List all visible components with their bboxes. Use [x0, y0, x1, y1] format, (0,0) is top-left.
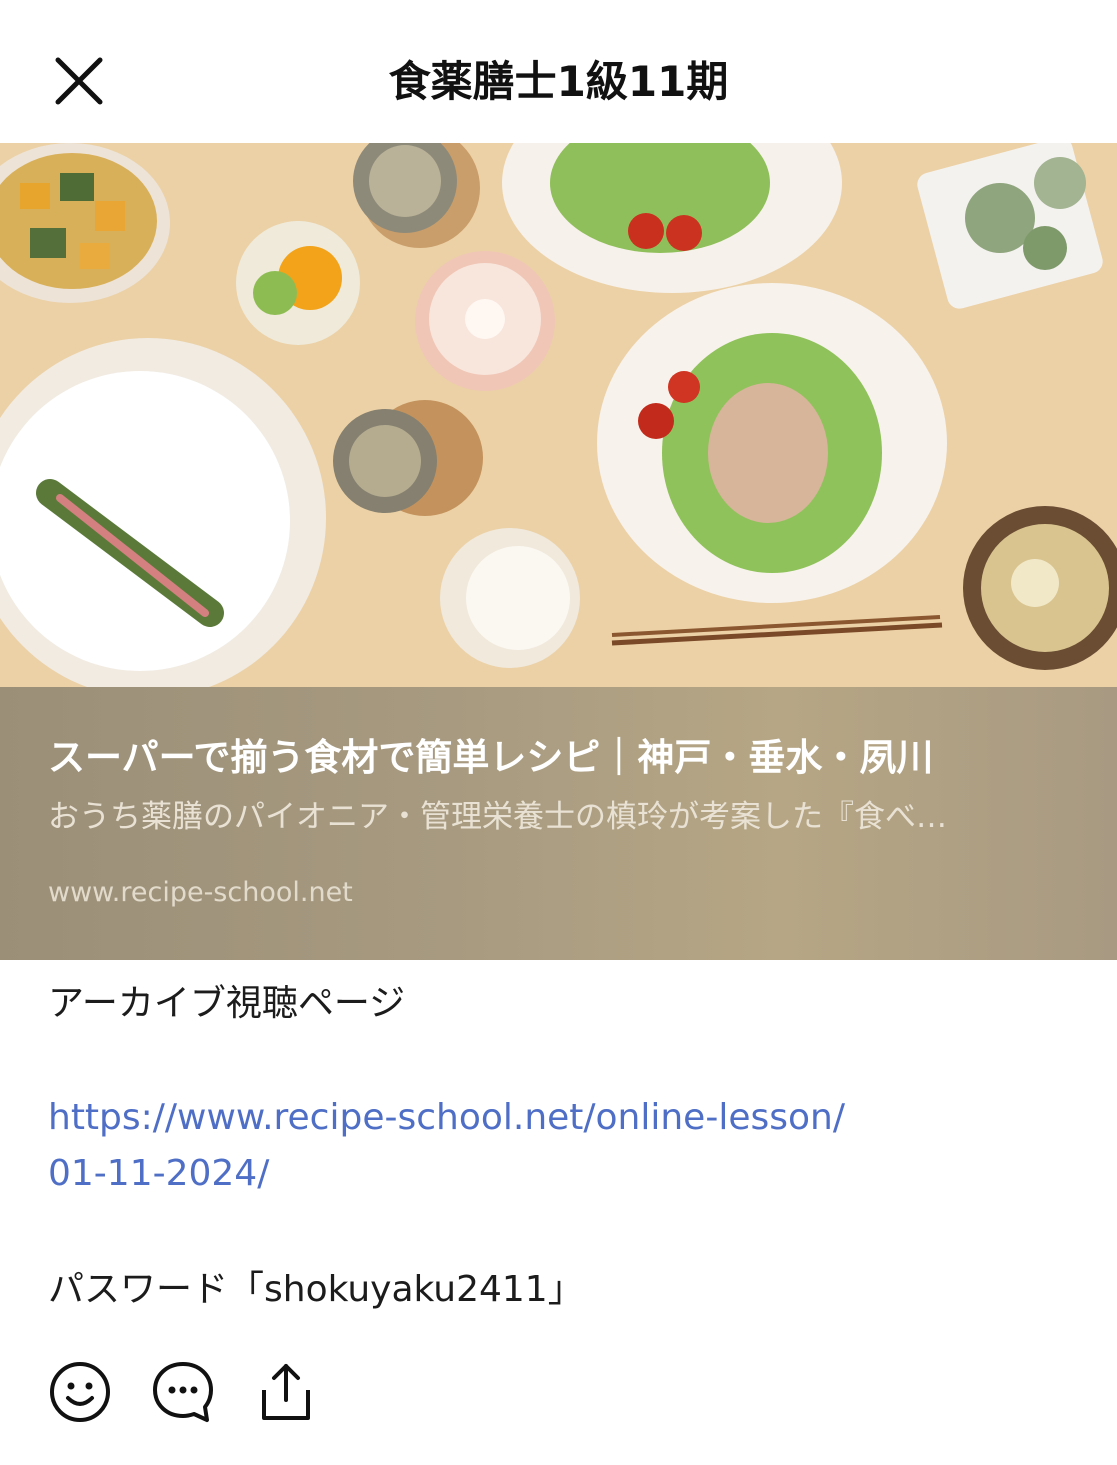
page-title: 食薬膳士1級11期: [388, 57, 729, 106]
comment-button[interactable]: [151, 1360, 215, 1424]
archive-link[interactable]: https://www.recipe-school.net/online-les…: [48, 1090, 1048, 1202]
comment-icon: [153, 1362, 213, 1422]
close-icon: [55, 57, 103, 105]
share-icon: [262, 1364, 310, 1420]
archive-link-line2: 01-11-2024/: [48, 1153, 270, 1194]
reaction-button[interactable]: [48, 1360, 112, 1424]
preview-description: おうち薬膳のパイオニア・管理栄養士の槙玲が考案した『食べ…: [48, 799, 947, 835]
archive-link-line1: https://www.recipe-school.net/online-les…: [48, 1097, 845, 1138]
share-button[interactable]: [254, 1360, 318, 1424]
message-text-password: パスワード「shokuyaku2411」: [48, 1269, 584, 1310]
link-preview-card[interactable]: スーパーで揃う食材で簡単レシピ｜神戸・垂水・夙川 おうち薬膳のパイオニア・管理栄…: [0, 143, 1117, 960]
message-text-archive: アーカイブ視聴ページ: [48, 983, 406, 1024]
close-button[interactable]: [50, 52, 108, 110]
header-bar: 食薬膳士1級11期: [0, 0, 1117, 143]
preview-domain: www.recipe-school.net: [48, 877, 353, 908]
smiley-icon: [50, 1362, 110, 1422]
preview-title: スーパーで揃う食材で簡単レシピ｜神戸・垂水・夙川: [48, 736, 934, 779]
